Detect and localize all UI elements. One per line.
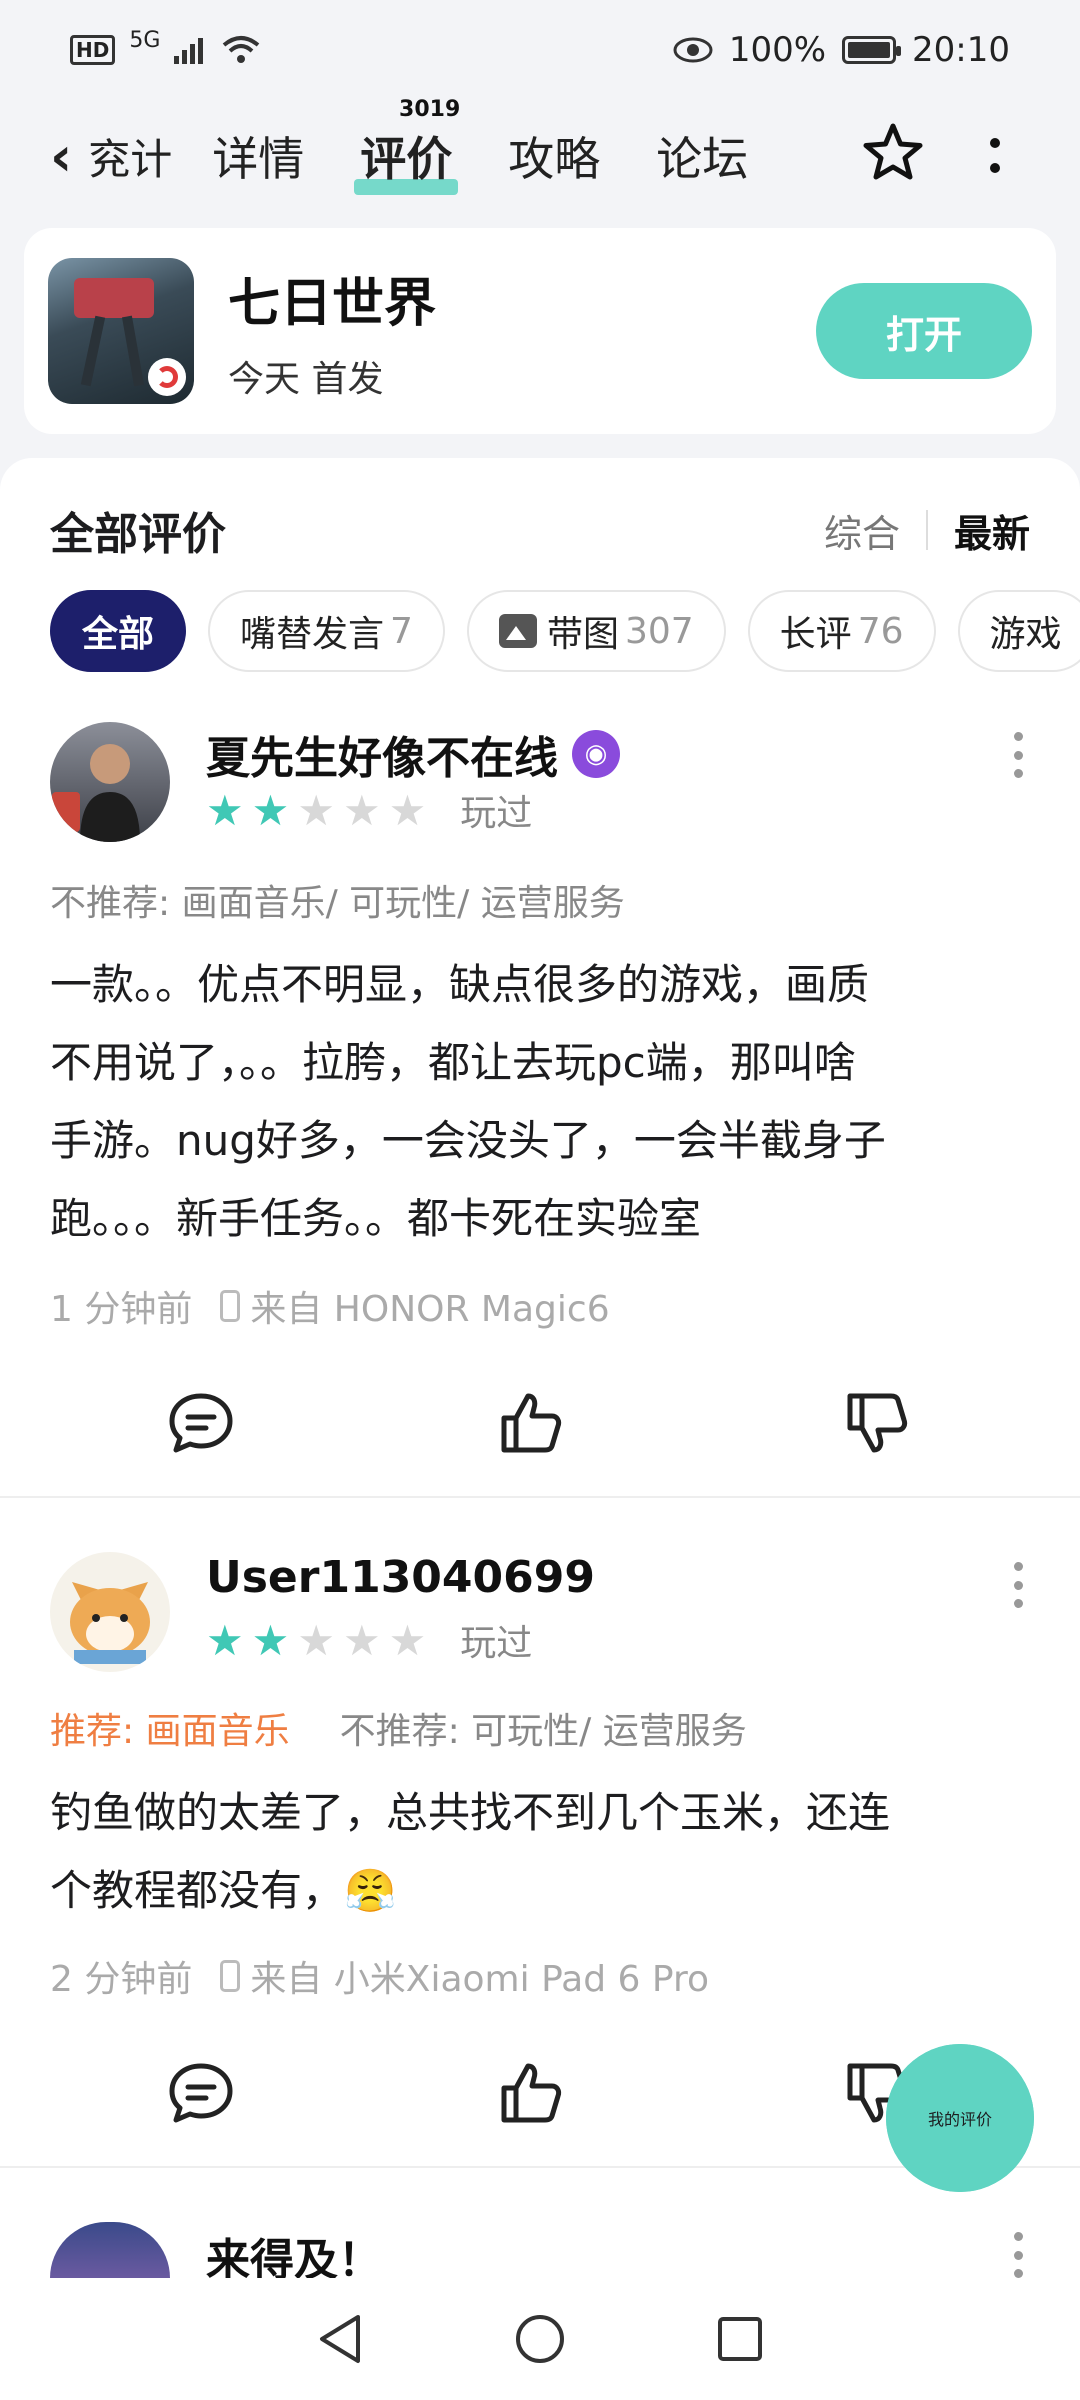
sort-comprehensive[interactable]: 综合 (824, 503, 900, 558)
filter-chips: 全部 嘴替发言 7 带图 307 长评 76 游戏 (50, 590, 1080, 672)
review-tags: 推荐: 画面音乐 不推荐: 可玩性/ 运营服务 (50, 1702, 747, 1754)
image-icon (498, 614, 537, 648)
signal-icon: 5G (129, 27, 161, 53)
back-triangle-icon[interactable] (316, 2313, 364, 2365)
review-more-icon[interactable] (1012, 732, 1024, 778)
review-more-icon[interactable] (1012, 1562, 1024, 1608)
star-icon: ★ (342, 785, 381, 835)
tab-reviews-label: 评价 (360, 132, 453, 186)
netease-logo-icon (148, 358, 186, 396)
star-icon[interactable] (860, 120, 926, 186)
home-circle-icon[interactable] (514, 2313, 566, 2365)
chip-with-images[interactable]: 带图 307 (466, 590, 726, 672)
signal-bars-icon (174, 38, 204, 64)
rating-stars: ★ ★ ★ ★ ★ 玩过 (206, 1614, 532, 1666)
back-button[interactable]: ‹ 兖计 (50, 125, 172, 188)
gamepad-icon: ◉ (572, 730, 620, 778)
more-menu-icon[interactable] (985, 130, 1005, 180)
tab-guides[interactable]: 攻略 (508, 123, 600, 189)
played-label: 玩过 (460, 1623, 533, 1664)
review-meta: 1 分钟前 来自 HONOR Magic6 (50, 1280, 610, 1332)
star-icon: ★ (388, 785, 427, 835)
chip-all[interactable]: 全部 (50, 590, 187, 672)
comment-icon[interactable] (166, 2058, 236, 2128)
sort-toggle: 综合 最新 (824, 503, 1030, 558)
review-more-icon[interactable] (1012, 2232, 1024, 2278)
section-title: 全部评价 (50, 509, 226, 560)
tab-forum[interactable]: 论坛 (656, 123, 748, 189)
chip-long-review[interactable]: 长评 76 (747, 590, 936, 672)
review-text: 一款。。优点不明显，缺点很多的游戏，画质 不用说了，。。拉胯，都让去玩pc端，那… (50, 960, 886, 1243)
hd-icon: HD (70, 35, 116, 65)
chip-game[interactable]: 游戏 (957, 590, 1080, 672)
system-nav-bar (0, 2278, 1080, 2400)
star-icon: ★ (388, 1615, 427, 1665)
reviewer-name[interactable]: 夏先生好像不在线 ◉ (206, 722, 620, 786)
app-subtitle: 今天 首发 (228, 358, 384, 400)
phone-icon (220, 1290, 241, 1322)
back-label: 兖计 (88, 134, 173, 184)
review-count-badge: 3019 (399, 97, 461, 122)
comment-icon[interactable] (166, 1388, 236, 1458)
app-card: 七日世界 今天 首发 打开 (24, 228, 1056, 434)
review-actions (0, 1388, 1080, 1468)
app-name: 七日世界 (228, 273, 437, 334)
review-meta: 2 分钟前 来自 小米Xiaomi Pad 6 Pro (50, 1950, 709, 2002)
star-icon: ★ (251, 1615, 290, 1665)
rating-stars: ★ ★ ★ ★ ★ 玩过 (206, 784, 532, 836)
thumbs-up-icon[interactable] (496, 2058, 566, 2128)
star-icon: ★ (206, 785, 244, 835)
status-bar: HD 5G 100% 20:10 (0, 0, 1080, 100)
battery-percent: 100% (728, 30, 827, 70)
avatar[interactable] (50, 1552, 170, 1672)
star-icon: ★ (251, 785, 290, 835)
open-button[interactable]: 打开 (816, 283, 1032, 379)
star-icon: ★ (297, 785, 335, 835)
clock: 20:10 (912, 30, 1010, 70)
my-review-label[interactable]: 我的评价 (886, 2044, 1034, 2192)
star-icon: ★ (297, 1615, 335, 1665)
thumbs-down-icon[interactable] (842, 1388, 912, 1458)
app-icon (48, 258, 194, 404)
tab-reviews[interactable]: 评价 3019 (354, 97, 460, 195)
recommend-tag: 推荐: 画面音乐 (50, 1711, 290, 1752)
review-time: 2 分钟前 (50, 1959, 193, 2000)
reviewer-name[interactable]: User113040699 (206, 1552, 595, 1603)
review-text: 钓鱼做的太差了，总共找不到几个玉米，还连 个教程都没有，😤 (50, 1788, 891, 1915)
wifi-icon (223, 36, 260, 63)
review-time: 1 分钟前 (50, 1289, 193, 1330)
sort-latest[interactable]: 最新 (954, 503, 1030, 558)
thumbs-up-icon[interactable] (496, 1388, 566, 1458)
top-nav: ‹ 兖计 详情 评价 3019 攻略 论坛 (0, 97, 1080, 212)
recents-square-icon[interactable] (716, 2315, 764, 2363)
played-label: 玩过 (460, 793, 533, 834)
chip-mouthpiece[interactable]: 嘴替发言 7 (208, 590, 445, 672)
review-device: 来自 小米Xiaomi Pad 6 Pro (250, 1959, 709, 2000)
tab-details[interactable]: 详情 (212, 123, 304, 189)
phone-icon (220, 1960, 241, 1992)
review-tags: 不推荐: 画面音乐/ 可玩性/ 运营服务 (50, 883, 625, 924)
avatar[interactable] (50, 722, 170, 842)
not-recommend-tag: 不推荐: 可玩性/ 运营服务 (339, 1711, 747, 1752)
review-device: 来自 HONOR Magic6 (250, 1289, 610, 1330)
battery-icon (842, 36, 902, 64)
chevron-left-icon: ‹ (50, 124, 73, 188)
eye-icon (673, 37, 713, 63)
star-icon: ★ (206, 1615, 244, 1665)
star-icon: ★ (342, 1615, 381, 1665)
